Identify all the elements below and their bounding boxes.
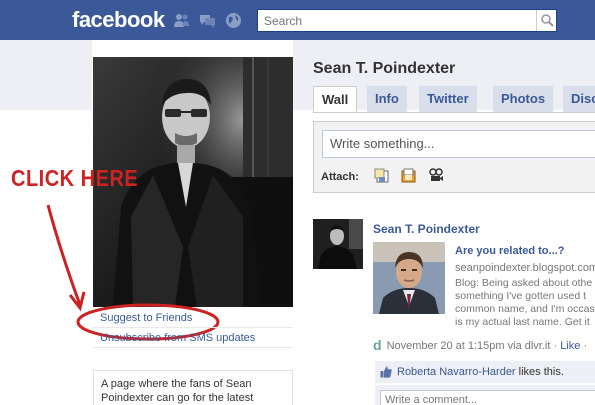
tab-wall[interactable]: Wall	[313, 86, 358, 113]
link-description-line: common name, and I'm occas	[455, 303, 595, 315]
link-description: Blog: Being asked about othe something I…	[455, 277, 595, 329]
notifications-globe-icon[interactable]	[225, 12, 242, 29]
attach-label: Attach:	[321, 171, 359, 183]
thumbs-up-icon	[380, 366, 392, 378]
tab-discussions[interactable]: Disc	[563, 86, 595, 112]
page-info-box: A page where the fans of Sean Poindexter…	[93, 370, 293, 405]
top-bar: facebook	[0, 0, 595, 40]
tab-twitter[interactable]: Twitter	[419, 86, 477, 112]
facebook-logo[interactable]: facebook	[72, 7, 165, 33]
suggest-to-friends-link[interactable]: Suggest to Friends	[93, 308, 293, 328]
friends-icon[interactable]	[173, 12, 190, 29]
link-thumbnail[interactable]	[373, 242, 445, 314]
search-magnifier-icon	[541, 14, 554, 27]
link-url: seanpoindexter.blogspot.com	[455, 262, 595, 274]
write-something-input[interactable]: Write something...	[322, 130, 595, 158]
link-title[interactable]: Are you related to...?	[455, 245, 564, 257]
link-description-line: Blog: Being asked about othe	[455, 277, 593, 289]
story-avatar[interactable]	[313, 219, 363, 269]
page-info-text: A page where the fans of Sean Poindexter…	[101, 378, 254, 404]
profile-name: Sean T. Poindexter	[313, 60, 456, 77]
likes-suffix: likes this.	[515, 366, 564, 378]
sidebar-links: Suggest to Friends Unsubscribe from SMS …	[93, 308, 293, 348]
link-description-line: something I've gotten used t	[455, 290, 587, 302]
tab-photos[interactable]: Photos	[493, 86, 554, 112]
likes-bar: Roberta Navarro-Harder likes this.	[375, 361, 595, 383]
story-meta: d November 20 at 1:15pm via dlvr.it · Lik…	[373, 337, 587, 353]
story-author[interactable]: Sean T. Poindexter	[373, 222, 480, 236]
wall-composer: Write something... Attach:	[313, 121, 595, 193]
meta-separator: ·	[550, 340, 561, 352]
write-comment-input[interactable]: Write a comment...	[380, 390, 595, 405]
photo-attach-icon[interactable]	[374, 168, 390, 184]
dlvr-it-icon: d	[373, 337, 382, 353]
search-button[interactable]	[536, 10, 556, 31]
unsubscribe-sms-link[interactable]: Unsubscribe from SMS updates	[93, 328, 293, 348]
video-attach-icon[interactable]	[428, 168, 444, 184]
messages-icon[interactable]	[199, 12, 216, 29]
click-here-annotation: CLICK HERE	[11, 166, 139, 192]
comment-area: Write a comment...	[375, 385, 595, 405]
link-description-line: is my actual last name. Get it	[455, 316, 590, 328]
story-timestamp[interactable]: November 20 at 1:15pm via dlvr.it	[387, 340, 551, 352]
tabs-divider	[313, 112, 595, 113]
search-input[interactable]	[258, 10, 536, 31]
left-gray-band	[0, 40, 92, 110]
liker-name[interactable]: Roberta Navarro-Harder	[397, 366, 516, 378]
like-link[interactable]: Like	[560, 340, 580, 352]
search-box[interactable]	[257, 9, 557, 32]
meta-separator: ·	[580, 340, 588, 352]
tab-info[interactable]: Info	[367, 86, 407, 112]
link-attach-icon[interactable]	[401, 168, 417, 184]
